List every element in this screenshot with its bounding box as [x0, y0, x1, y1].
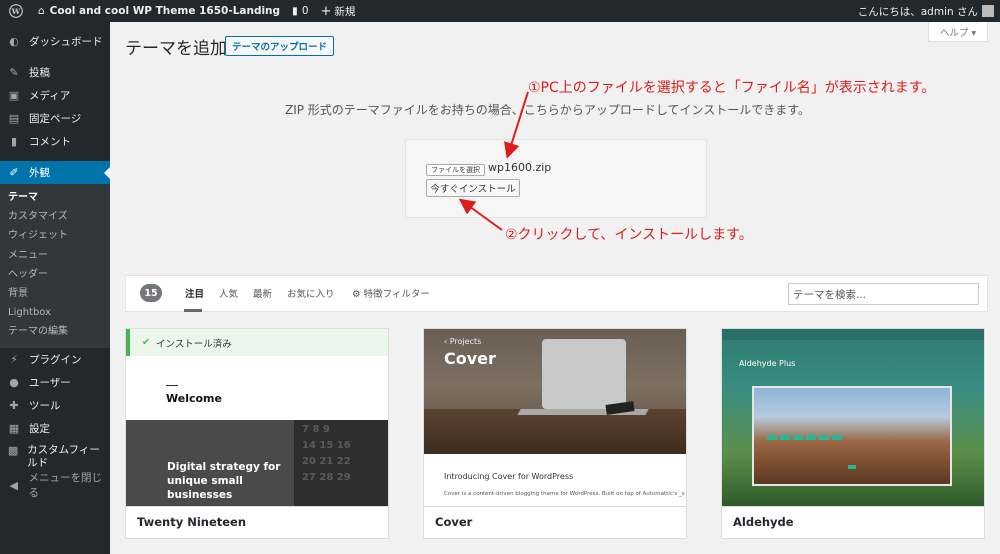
- theme-card-cover[interactable]: ‹ Projects Cover Introducing Cover for W…: [423, 328, 687, 539]
- theme-search-input[interactable]: テーマを検索...: [788, 283, 979, 305]
- preview-breadcrumb: ‹ Projects: [444, 337, 482, 346]
- preview-slider-dot: [848, 465, 856, 469]
- preview-table: [424, 409, 686, 454]
- feature-filter-button[interactable]: ⚙ 特徴フィルター: [352, 286, 430, 300]
- theme-screenshot: ‹ Projects Cover Introducing Cover for W…: [424, 329, 686, 506]
- theme-name: Aldehyde: [733, 515, 794, 529]
- preview-header-area: [126, 356, 388, 420]
- laptop-image: [542, 339, 626, 409]
- tab-popular[interactable]: 人気: [219, 286, 238, 300]
- preview-heading: Welcome: [166, 392, 222, 405]
- installed-label: インストール済み: [155, 338, 232, 350]
- active-tab-indicator: [184, 309, 202, 312]
- theme-count-badge: 15: [140, 284, 162, 302]
- calendar-image: 7 8 9 14 15 16 20 21 22 27 28 29: [294, 420, 388, 506]
- preview-heading: Cover: [444, 349, 496, 368]
- preview-heading: Aldehyde Plus: [739, 359, 796, 368]
- tab-latest[interactable]: 最新: [253, 286, 272, 300]
- theme-name: Twenty Nineteen: [137, 515, 247, 529]
- checkmark-icon: ✔: [142, 337, 150, 348]
- preview-hero-text: Digital strategy for unique small busine…: [167, 461, 281, 501]
- preview-small-text: Cover is a content-driven blogging theme…: [444, 491, 685, 497]
- preview-buttons: [767, 435, 842, 440]
- theme-screenshot: Aldehyde Plus: [722, 329, 984, 506]
- theme-screenshot: ✔ インストール済み Welcome 7 8 9 14 15 16 20 21 …: [126, 329, 388, 506]
- installed-notice: ✔ インストール済み: [126, 329, 388, 356]
- arrow-to-install-button: [458, 198, 503, 231]
- theme-name: Cover: [435, 515, 473, 529]
- feature-filter-label: 特徴フィルター: [363, 289, 430, 300]
- preview-rule: [166, 385, 178, 386]
- preview-intro: Introducing Cover for WordPress: [444, 472, 574, 481]
- theme-card-twenty-nineteen[interactable]: ✔ インストール済み Welcome 7 8 9 14 15 16 20 21 …: [125, 328, 389, 539]
- preview-topbar: [722, 329, 984, 340]
- arrow-to-file-name: [504, 91, 529, 159]
- theme-card-aldehyde[interactable]: Aldehyde Plus Aldehyde: [721, 328, 985, 539]
- tab-favorites[interactable]: お気に入り: [287, 286, 335, 300]
- tab-featured[interactable]: 注目: [185, 286, 204, 300]
- gear-icon: ⚙: [352, 289, 361, 300]
